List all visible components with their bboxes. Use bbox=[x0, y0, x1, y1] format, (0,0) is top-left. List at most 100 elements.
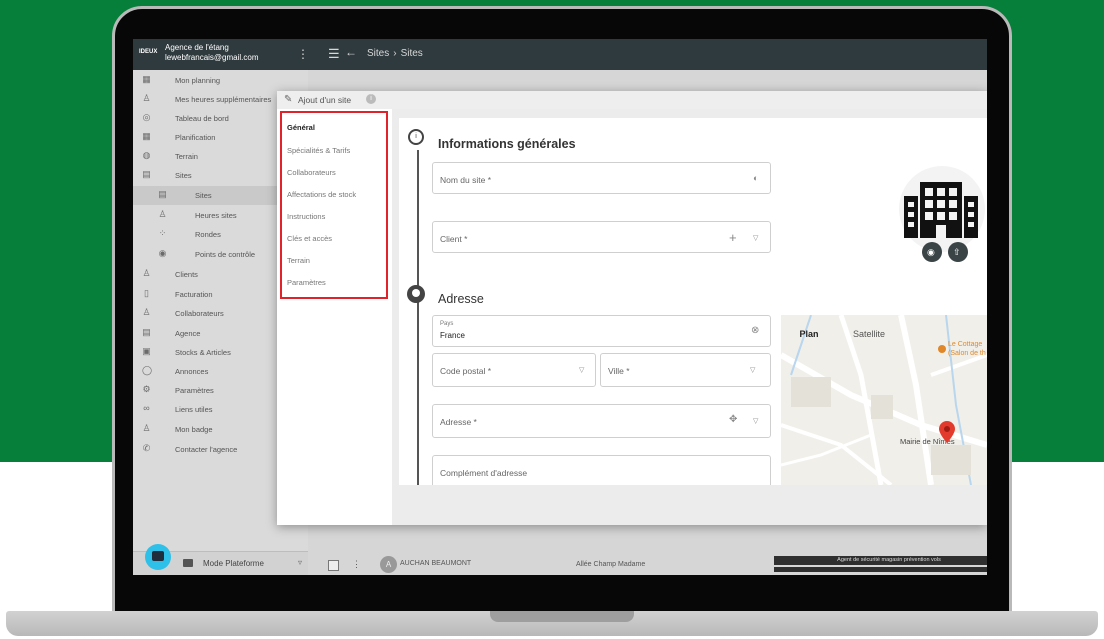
link-icon: ∞ bbox=[143, 403, 150, 413]
sidebar-item-label: Rondes bbox=[195, 230, 221, 239]
sidebar-item-label: Paramètres bbox=[175, 386, 214, 395]
chevron-down-icon: ▽ bbox=[579, 367, 585, 374]
address-placeholder: Adresse * bbox=[440, 417, 477, 427]
back-arrow-icon[interactable]: ← bbox=[345, 45, 357, 59]
sidebar-item-label: Heures sites bbox=[195, 211, 237, 220]
site-name-placeholder: Nom du site * bbox=[440, 175, 492, 185]
pin-icon: ◉ bbox=[158, 248, 167, 258]
sidebar-item-label: Sites bbox=[195, 191, 212, 200]
section-title-address: Adresse bbox=[438, 292, 484, 306]
phone-icon: ✆ bbox=[142, 443, 151, 453]
map-plan-button[interactable]: Plan bbox=[787, 322, 831, 346]
form-area: i Informations générales Nom du site * ◐… bbox=[392, 109, 987, 525]
sidebar-item-label: Planification bbox=[175, 133, 216, 142]
boxes-icon: ▣ bbox=[142, 346, 151, 356]
client-select[interactable]: Client * + ▽ bbox=[432, 221, 771, 253]
building-icon: ▤ bbox=[158, 189, 167, 199]
agency-name: Agence de l'étang bbox=[165, 43, 229, 52]
add-icon[interactable]: + bbox=[729, 230, 737, 245]
calendar-icon: ▦ bbox=[142, 131, 151, 141]
sidebar-item-label: Tableau de bord bbox=[175, 114, 229, 123]
badge-icon: ♙ bbox=[142, 423, 151, 433]
chat-icon: ◯ bbox=[142, 365, 153, 375]
map-satellite-button[interactable]: Satellite bbox=[831, 322, 907, 346]
mode-label: Mode Plateforme bbox=[203, 559, 264, 568]
site-name-input[interactable]: Nom du site * ◐ bbox=[432, 162, 771, 194]
row-site-address: Allée Champ Madame bbox=[576, 561, 646, 568]
add-site-modal: ✎ Ajout d'un site i Général Spécialités … bbox=[277, 91, 987, 525]
invoice-icon: ▯ bbox=[144, 288, 149, 298]
address-input[interactable]: Adresse * ✥ ▽ bbox=[432, 404, 771, 438]
agency-email: lewebfrancais@gmail.com bbox=[165, 53, 259, 62]
map-marker-icon[interactable] bbox=[939, 421, 955, 443]
gears-icon: ⚙ bbox=[142, 384, 151, 394]
breadcrumb-item[interactable]: Sites bbox=[367, 48, 389, 59]
chat-fab-button[interactable] bbox=[145, 544, 171, 570]
sidebar-item-label: Liens utiles bbox=[175, 405, 213, 414]
laptop-screen: IDEUX Agence de l'étang lewebfrancais@gm… bbox=[133, 39, 987, 575]
info-step-icon: i bbox=[408, 129, 424, 145]
crosshair-icon[interactable]: ✥ bbox=[729, 414, 737, 425]
poi-icon bbox=[938, 345, 946, 353]
dashboard-icon: ◎ bbox=[142, 112, 151, 122]
section-title-general: Informations générales bbox=[438, 137, 576, 151]
sidebar-item-label: Facturation bbox=[175, 290, 213, 299]
chevron-down-icon: ▿ bbox=[298, 558, 303, 567]
sidebar-item-label: Agence bbox=[175, 329, 201, 338]
row-menu-icon[interactable]: ⋮ bbox=[352, 559, 361, 570]
avatar: A bbox=[380, 556, 397, 573]
city-select[interactable]: Ville * ▽ bbox=[600, 353, 771, 387]
sidebar-item-label: Points de contrôle bbox=[195, 250, 256, 259]
address-complement-input[interactable]: Complément d'adresse bbox=[432, 455, 771, 485]
highlight-box bbox=[280, 111, 388, 299]
location-pin-icon bbox=[407, 285, 425, 303]
upload-button[interactable]: ⇧ bbox=[948, 242, 968, 262]
user-icon: ♙ bbox=[142, 268, 151, 278]
sidebar-item-label: Contacter l'agence bbox=[175, 445, 238, 454]
building-icon: ▤ bbox=[142, 169, 151, 179]
postal-code-select[interactable]: Code postal * ▽ bbox=[432, 353, 596, 387]
sidebar-item-label: Sites bbox=[175, 171, 192, 180]
postal-code-placeholder: Code postal * bbox=[440, 366, 492, 376]
top-bar: IDEUX Agence de l'étang lewebfrancais@gm… bbox=[133, 39, 987, 70]
sidebar-item-label: Mon badge bbox=[175, 425, 213, 434]
map-poi-line1[interactable]: Le Cottage bbox=[948, 341, 982, 348]
row-tag: Agent de sécurité magasin prévention vol… bbox=[774, 556, 987, 565]
chevron-down-icon: ▽ bbox=[753, 235, 759, 242]
row-tag-second bbox=[774, 567, 987, 572]
user-clock-icon: ♙ bbox=[142, 93, 151, 103]
timeline-line bbox=[417, 150, 419, 485]
info-icon[interactable]: i bbox=[366, 94, 376, 104]
chevron-down-icon: ▽ bbox=[750, 367, 756, 374]
globe-icon: ◍ bbox=[142, 150, 151, 160]
hamburger-menu-icon[interactable]: ☰ bbox=[328, 46, 340, 62]
camera-button[interactable]: ◉ bbox=[922, 242, 942, 262]
address-complement-placeholder: Complément d'adresse bbox=[440, 468, 528, 478]
building-icon bbox=[904, 182, 978, 238]
country-label: Pays bbox=[440, 321, 454, 327]
brand-logo: IDEUX bbox=[139, 49, 158, 55]
building-icon: ▤ bbox=[142, 327, 151, 337]
agency-info[interactable]: Agence de l'étang lewebfrancais@gmail.co… bbox=[165, 43, 259, 63]
laptop-notch bbox=[490, 611, 634, 622]
map-widget[interactable]: Plan Satellite Le Cottage (Salon de th M… bbox=[781, 315, 987, 485]
form-card: i Informations générales Nom du site * ◐… bbox=[399, 118, 987, 485]
country-select[interactable]: Pays France ⊗ bbox=[432, 315, 771, 347]
modal-header: ✎ Ajout d'un site i bbox=[277, 91, 987, 109]
breadcrumb-separator-icon: › bbox=[393, 48, 397, 59]
row-checkbox[interactable] bbox=[328, 560, 339, 571]
kebab-menu-icon[interactable]: ⋮ bbox=[297, 47, 309, 61]
upload-icon: ⇧ bbox=[953, 247, 961, 257]
sidebar-item-label: Stocks & Articles bbox=[175, 348, 231, 357]
sidebar-item-label: Clients bbox=[175, 270, 198, 279]
clear-icon[interactable]: ⊗ bbox=[751, 325, 759, 336]
map-poi-line2: (Salon de th bbox=[948, 350, 986, 357]
sidebar-item-label: Mes heures supplémentaires bbox=[175, 95, 272, 104]
pencil-icon: ✎ bbox=[284, 94, 293, 105]
sidebar-item-label: Collaborateurs bbox=[175, 309, 224, 318]
city-placeholder: Ville * bbox=[608, 366, 630, 376]
palette-icon[interactable]: ◐ bbox=[753, 173, 758, 183]
country-value: France bbox=[440, 331, 465, 340]
sidebar-item-mon-planning[interactable]: ▦ Mon planning bbox=[133, 71, 308, 90]
client-placeholder: Client * bbox=[440, 234, 468, 244]
